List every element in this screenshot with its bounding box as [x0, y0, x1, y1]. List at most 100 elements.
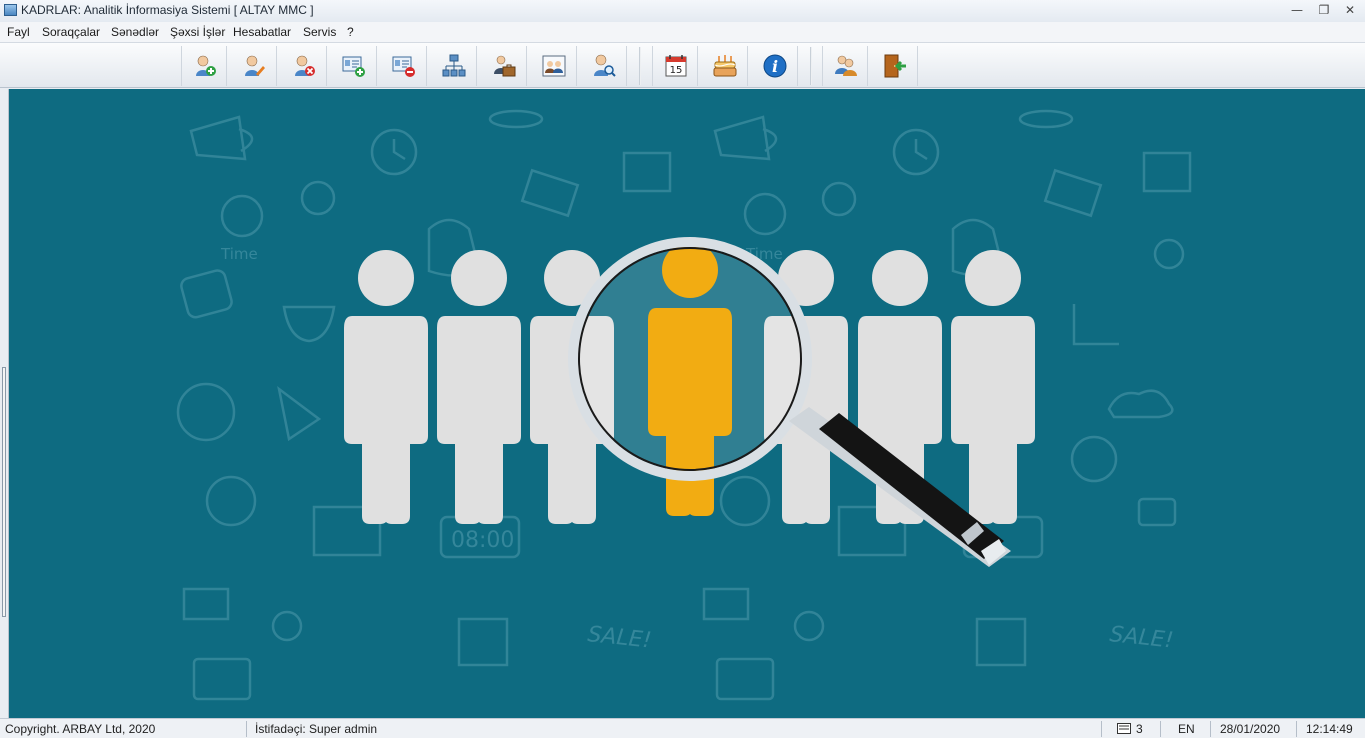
add-employee-icon	[196, 55, 216, 76]
toolbar-separator	[639, 47, 641, 85]
status-divider	[1210, 721, 1211, 737]
search-employee-icon	[594, 54, 616, 77]
frame-doodle	[1142, 151, 1192, 193]
person-figure	[437, 250, 521, 524]
toolbar-separator	[810, 47, 812, 85]
left-splitter[interactable]	[0, 89, 9, 718]
menu-fayl[interactable]: Fayl	[7, 25, 30, 39]
person-figure	[951, 250, 1035, 524]
title-bar: KADRLAR: Analitik İnformasiya Sistemi [ …	[0, 0, 1365, 23]
clock-doodle	[743, 192, 787, 236]
birthdays-button[interactable]	[702, 46, 748, 86]
exit-door-icon	[884, 54, 906, 78]
copyright-text: Copyright. ARBAY Ltd, 2020	[5, 722, 156, 736]
calendar-day-label: 15	[670, 65, 683, 76]
status-bar: Copyright. ARBAY Ltd, 2020 İstifadəçi: S…	[0, 718, 1365, 738]
cup-doodle	[282, 305, 336, 343]
menu-sexsi-isler[interactable]: Şəxsi İşlər	[170, 25, 225, 39]
frame-doodle	[622, 151, 672, 193]
edit-employee-button[interactable]	[231, 46, 277, 86]
status-divider	[1101, 721, 1102, 737]
menu-soraqcalar[interactable]: Soraqçalar	[42, 25, 100, 39]
chat-doodle	[1137, 497, 1177, 527]
close-button[interactable]: ✕	[1339, 2, 1361, 18]
pie-doodle	[277, 386, 322, 442]
status-date: 28/01/2020	[1220, 722, 1281, 736]
staff-list-icon	[542, 55, 566, 77]
remove-card-button[interactable]	[381, 46, 427, 86]
delete-employee-icon	[295, 55, 315, 76]
ufo-doodle	[1018, 109, 1074, 129]
menu-senedler[interactable]: Sənədlər	[111, 25, 159, 39]
current-user: İstifadəçi: Super admin	[255, 722, 378, 736]
lightbulb-doodle	[205, 475, 257, 527]
remove-card-icon	[392, 56, 415, 77]
sale-doodle-text: SALE!	[586, 622, 652, 654]
app-icon	[4, 4, 17, 16]
search-doodle	[793, 610, 825, 642]
status-divider	[246, 721, 247, 737]
menu-help[interactable]: ?	[347, 25, 354, 39]
brain-doodle	[1070, 435, 1118, 483]
add-card-icon	[342, 56, 365, 77]
megaphone-doodle	[713, 115, 778, 161]
briefcase-doodle	[192, 657, 252, 701]
envelope-doodle	[1043, 168, 1103, 218]
window-title: KADRLAR: Analitik İnformasiya Sistemi [ …	[21, 3, 314, 17]
banner-illustration: Time Time 08:00 SALE! SALE!	[176, 109, 1192, 701]
add-card-button[interactable]	[331, 46, 377, 86]
status-time: 12:14:49	[1306, 722, 1353, 736]
person-figure	[344, 250, 428, 524]
lightbulb-doodle	[719, 475, 771, 527]
minimize-button[interactable]: —	[1286, 2, 1308, 18]
staff-briefcase-icon	[494, 55, 516, 77]
window-count: 3	[1136, 722, 1143, 736]
language-indicator[interactable]: EN	[1178, 722, 1195, 736]
bulb-doodle	[1153, 238, 1185, 270]
time-doodle-text: Time	[220, 245, 258, 263]
add-employee-button[interactable]	[181, 46, 227, 86]
chart-board-doodle	[975, 617, 1027, 667]
megaphone-doodle	[189, 115, 254, 161]
status-divider	[1296, 721, 1297, 737]
windows-icon	[1117, 723, 1131, 737]
search-employee-button[interactable]	[581, 46, 627, 86]
dollar-coin-doodle	[176, 382, 236, 442]
calendar-button[interactable]: 15	[652, 46, 698, 86]
structure-icon	[442, 54, 466, 77]
edit-employee-icon	[245, 55, 265, 76]
box-doodle	[702, 587, 750, 621]
envelope-doodle	[520, 168, 580, 218]
info-glyph: i	[772, 57, 778, 76]
sale-doodle-text: SALE!	[1108, 622, 1174, 654]
info-icon: i	[763, 54, 787, 78]
exit-button[interactable]	[872, 46, 918, 86]
cloud-doodle	[1107, 389, 1174, 419]
restore-button[interactable]: ❐	[1313, 2, 1335, 18]
calendar-icon: 15	[665, 55, 687, 77]
toolbar: 15 i	[0, 42, 1365, 88]
staff-briefcase-button[interactable]	[481, 46, 527, 86]
menu-hesabatlar[interactable]: Hesabatlar	[233, 25, 291, 39]
splitter-handle[interactable]	[2, 367, 6, 617]
ufo-doodle	[488, 109, 544, 129]
bar-chart-doodle	[1072, 304, 1119, 346]
status-divider	[1160, 721, 1161, 737]
users-keys-icon	[835, 55, 857, 76]
welcome-banner: Time Time 08:00 SALE! SALE!	[9, 89, 1365, 718]
gear-doodle	[300, 180, 336, 216]
users-button[interactable]	[822, 46, 868, 86]
structure-button[interactable]	[431, 46, 477, 86]
puzzle-doodle	[180, 269, 233, 319]
delete-employee-button[interactable]	[281, 46, 327, 86]
briefcase-doodle	[715, 657, 775, 701]
info-button[interactable]: i	[752, 46, 798, 86]
clock-doodle-text: 08:00	[451, 528, 514, 553]
clock-doodle	[220, 194, 264, 238]
gear-doodle	[821, 181, 857, 217]
chart-board-doodle	[457, 617, 509, 667]
search-doodle	[271, 610, 303, 642]
staff-list-button[interactable]	[531, 46, 577, 86]
box-doodle	[182, 587, 230, 621]
menu-servis[interactable]: Servis	[303, 25, 336, 39]
